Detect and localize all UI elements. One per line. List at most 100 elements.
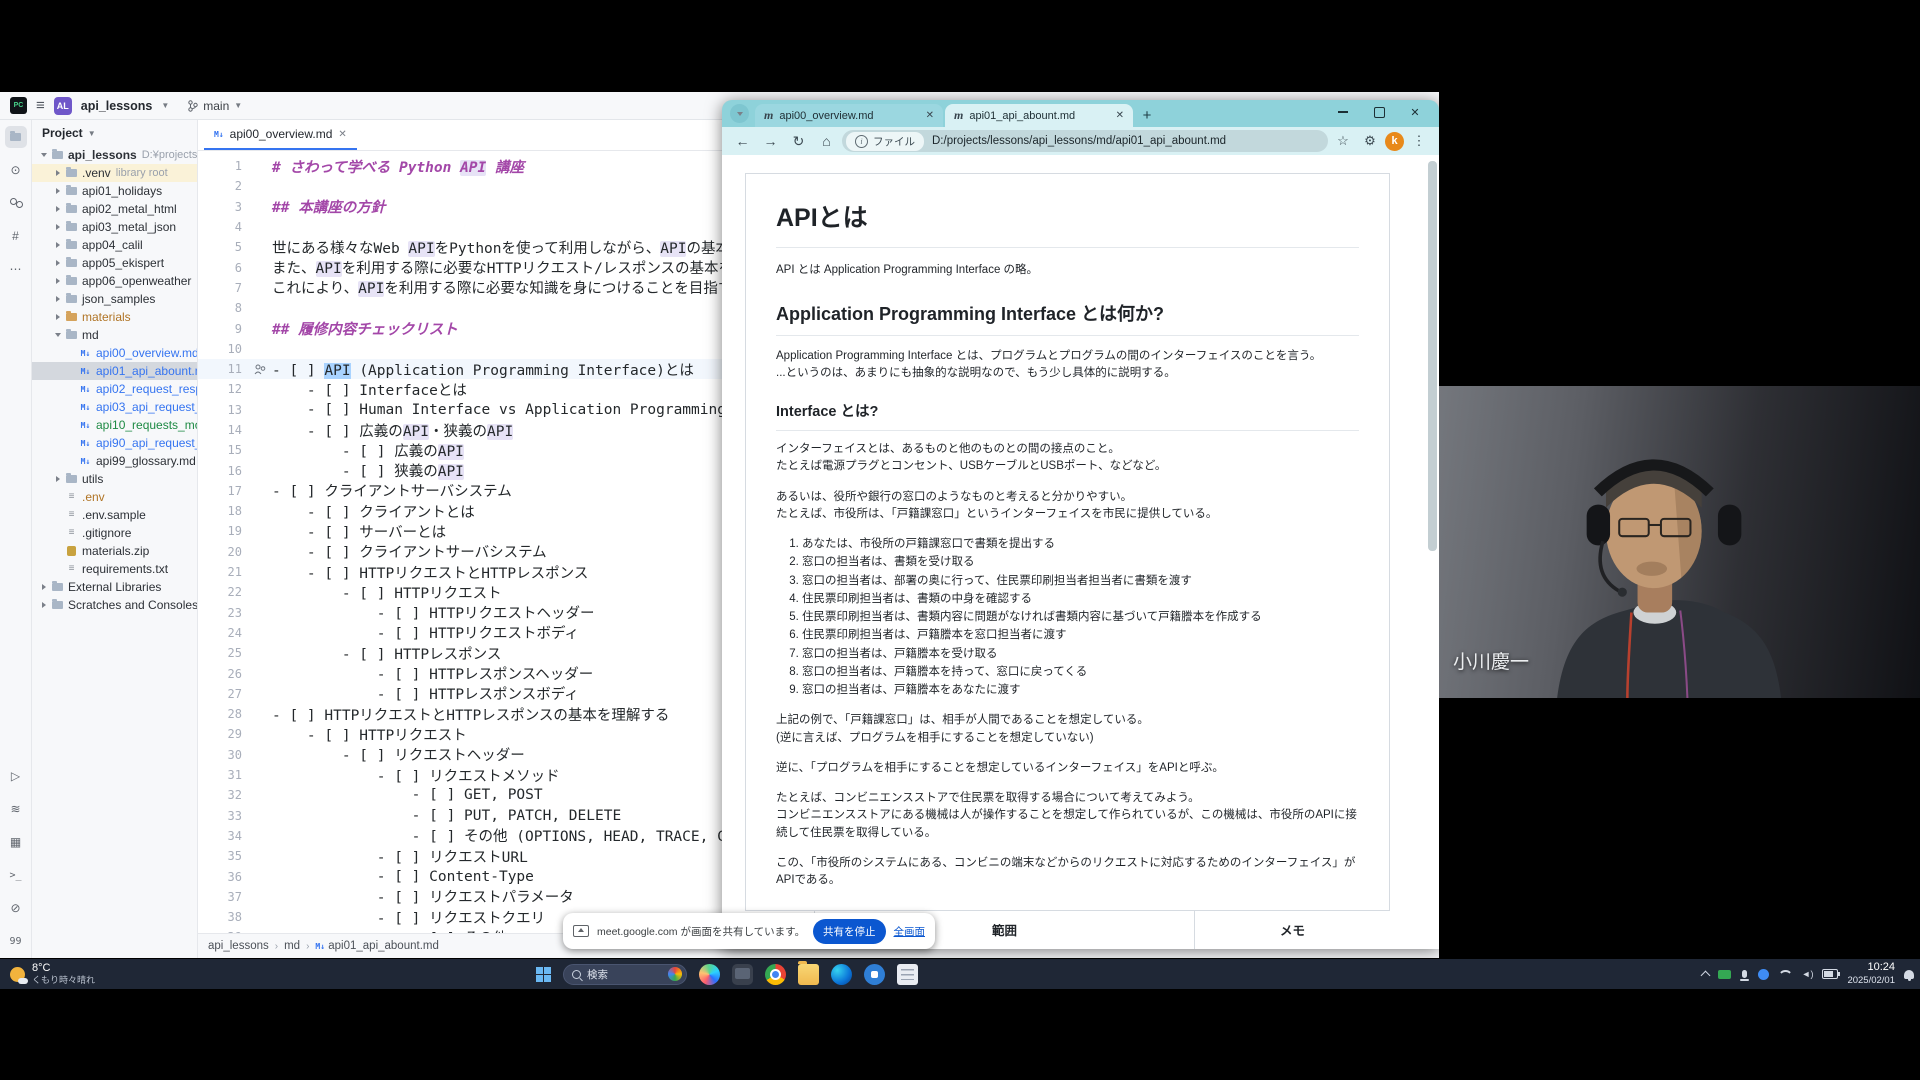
start-button[interactable] [536, 967, 551, 982]
stop-sharing-button[interactable]: 共有を停止 [813, 919, 886, 944]
tree-arrow-icon[interactable] [52, 278, 64, 284]
tree-item-.venv[interactable]: .venvlibrary root [32, 164, 197, 182]
tree-item-materials.zip[interactable]: materials.zip [32, 542, 197, 560]
profile-avatar[interactable]: k [1385, 132, 1404, 151]
forward-button[interactable]: → [758, 129, 783, 153]
tree-arrow-icon[interactable] [38, 153, 50, 157]
tree-item-md[interactable]: md [32, 326, 197, 344]
tree-item-materials[interactable]: materials [32, 308, 197, 326]
project-panel-header[interactable]: Project ▼ [32, 120, 197, 146]
extensions-icon[interactable]: ⚙ [1358, 129, 1382, 153]
scrollbar-thumb[interactable] [1428, 161, 1437, 551]
meet-app-icon[interactable] [864, 964, 885, 985]
tree-item-.env.sample[interactable]: ≡.env.sample [32, 506, 197, 524]
volume-icon[interactable]: ◄) [1802, 969, 1814, 979]
tree-item-requirements.txt[interactable]: ≡requirements.txt [32, 560, 197, 578]
tree-item-api99_glossary.md[interactable]: M↓api99_glossary.md [32, 452, 197, 470]
breadcrumb-item[interactable]: M↓ api01_api_abount.md [315, 940, 438, 952]
project-tool-icon[interactable] [5, 126, 27, 148]
breadcrumb-item[interactable]: api_lessons [208, 940, 269, 952]
tree-item-api03_api_request_respo[interactable]: M↓api03_api_request_respo [32, 398, 197, 416]
vcs-branch-widget[interactable]: main ▼ [188, 99, 242, 113]
tree-item-utils[interactable]: utils [32, 470, 197, 488]
python-packages-icon[interactable]: ≋ [5, 798, 27, 820]
camera-active-icon[interactable] [1718, 970, 1731, 979]
close-window-button[interactable]: ✕ [1397, 100, 1433, 124]
battery-icon[interactable] [1822, 969, 1838, 979]
tree-item-.gitignore[interactable]: ≡.gitignore [32, 524, 197, 542]
tree-arrow-icon[interactable] [38, 602, 50, 608]
maximize-button[interactable] [1361, 100, 1397, 124]
tree-arrow-icon[interactable] [52, 296, 64, 302]
tree-item-api00_overview.md[interactable]: M↓api00_overview.md [32, 344, 197, 362]
minimize-button[interactable] [1325, 100, 1361, 124]
reload-button[interactable]: ↻ [786, 129, 811, 153]
system-app-icon[interactable] [732, 964, 753, 985]
breadcrumb-item[interactable]: md [284, 940, 300, 952]
browser-tab-active[interactable]: m api01_api_abount.md ✕ [945, 104, 1133, 127]
fullscreen-link[interactable]: 全画面 [894, 924, 926, 939]
chrome-app-icon[interactable] [765, 964, 786, 985]
run-tool-icon[interactable]: ▷ [5, 765, 27, 787]
structure-tool-icon[interactable]: # [5, 225, 27, 247]
microphone-icon[interactable] [1742, 970, 1747, 978]
tree-arrow-icon[interactable] [52, 476, 64, 482]
tree-item-app06_openweather[interactable]: app06_openweather [32, 272, 197, 290]
tree-item-app04_calil[interactable]: app04_calil [32, 236, 197, 254]
close-icon[interactable]: ✕ [926, 110, 934, 121]
tree-item-json_samples[interactable]: json_samples [32, 290, 197, 308]
tree-item-api02_metal_html[interactable]: api02_metal_html [32, 200, 197, 218]
close-icon[interactable]: ✕ [1116, 110, 1124, 121]
browser-menu-icon[interactable]: ⋮ [1407, 129, 1431, 153]
tab-search-icon[interactable] [730, 104, 749, 123]
weather-widget[interactable]: 8°C くもり時々晴れ [10, 959, 95, 989]
tree-arrow-icon[interactable] [52, 333, 64, 337]
project-name[interactable]: api_lessons [81, 99, 153, 113]
terminal-tool-icon[interactable]: >_ [5, 864, 27, 886]
tree-item-Scratches and Consoles[interactable]: Scratches and Consoles [32, 596, 197, 614]
commit-tool-icon[interactable]: ⊙ [5, 159, 27, 181]
tree-arrow-icon[interactable] [52, 206, 64, 212]
tree-arrow-icon[interactable] [52, 188, 64, 194]
tree-arrow-icon[interactable] [52, 314, 64, 320]
more-tools-icon[interactable]: ⋯ [5, 258, 27, 280]
tray-overflow-icon[interactable] [1700, 971, 1710, 981]
tree-item-.env[interactable]: ≡.env [32, 488, 197, 506]
back-button[interactable]: ← [730, 129, 755, 153]
tree-arrow-icon[interactable] [52, 242, 64, 248]
home-button[interactable]: ⌂ [814, 129, 839, 153]
tree-item-api02_request_response[interactable]: M↓api02_request_response [32, 380, 197, 398]
tree-arrow-icon[interactable] [52, 260, 64, 266]
tree-item-api03_metal_json[interactable]: api03_metal_json [32, 218, 197, 236]
tree-arrow-icon[interactable] [52, 224, 64, 230]
tree-item-External Libraries[interactable]: External Libraries [32, 578, 197, 596]
taskbar-clock[interactable]: 10:24 2025/02/01 [1847, 961, 1895, 987]
editor-tab[interactable]: M↓ api00_overview.md ✕ [204, 120, 357, 150]
services-tool-icon[interactable]: ▦ [5, 831, 27, 853]
close-icon[interactable]: ✕ [338, 129, 346, 140]
notifications-bell-icon[interactable] [1904, 970, 1914, 979]
browser-tab-inactive[interactable]: m api00_overview.md ✕ [755, 104, 943, 127]
info-icon[interactable]: i [855, 135, 868, 148]
tree-item-api_lessons[interactable]: api_lessonsD:¥projects¥lesson [32, 146, 197, 164]
tree-arrow-icon[interactable] [38, 584, 50, 590]
pull-requests-icon[interactable] [5, 192, 27, 214]
tree-item-app05_ekispert[interactable]: app05_ekispert [32, 254, 197, 272]
tree-item-api10_requests_module[interactable]: M↓api10_requests_module [32, 416, 197, 434]
taskbar-search[interactable]: 検索 [563, 964, 687, 985]
problems-tool-icon[interactable]: ⊘ [5, 897, 27, 919]
tree-arrow-icon[interactable] [52, 170, 64, 176]
tray-app-icon[interactable] [1758, 969, 1769, 980]
page-scrollbar[interactable] [1428, 161, 1437, 941]
notepad-app-icon[interactable] [897, 964, 918, 985]
tree-item-api01_api_abount.md[interactable]: M↓api01_api_abount.md [32, 362, 197, 380]
main-menu-icon[interactable]: ≡ [36, 98, 45, 113]
edge-app-icon[interactable] [831, 964, 852, 985]
wifi-icon[interactable] [1778, 970, 1793, 985]
address-bar[interactable]: i ファイル D:/projects/lessons/api_lessons/m… [842, 130, 1328, 152]
copilot-app-icon[interactable] [699, 964, 720, 985]
explorer-app-icon[interactable] [798, 964, 819, 985]
notifications-badge[interactable]: 99 [5, 930, 27, 952]
bookmark-star-icon[interactable]: ☆ [1331, 129, 1355, 153]
new-tab-button[interactable]: + [1135, 104, 1159, 127]
